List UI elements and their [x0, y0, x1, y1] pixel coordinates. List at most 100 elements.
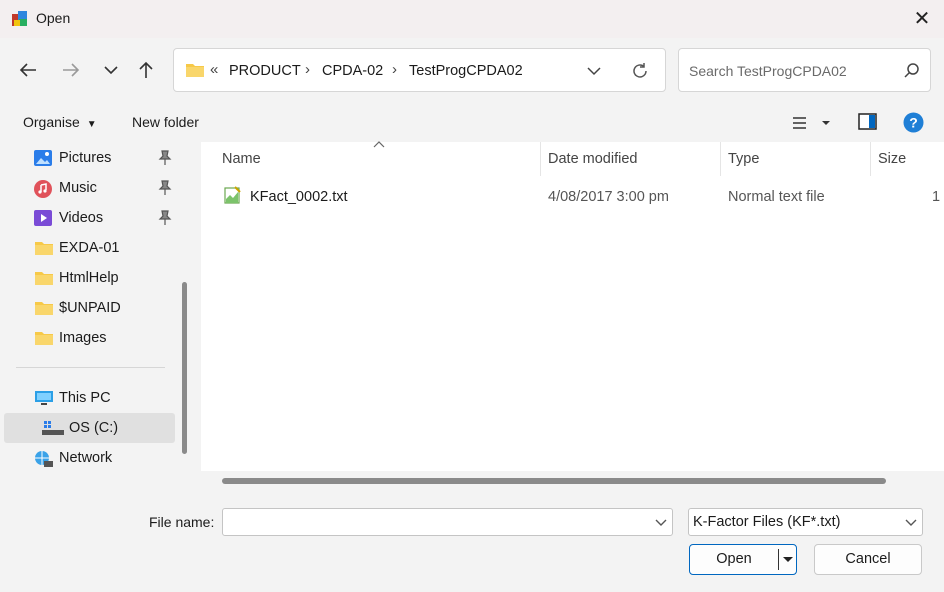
address-bar[interactable]: « PRODUCT › CPDA-02 › TestProgCPDA02 [173, 48, 666, 92]
preview-pane-icon [858, 113, 877, 130]
svg-text:?: ? [909, 115, 918, 131]
network-icon [34, 450, 53, 467]
help-button[interactable]: ? [903, 112, 924, 133]
open-dialog-icon [10, 9, 30, 29]
table-row[interactable]: KFact_0002.txt 4/08/2017 3:00 pm Normal … [201, 180, 944, 212]
search-box[interactable]: Search TestProgCPDA02 [678, 48, 931, 92]
sidebar-scrollbar[interactable] [182, 282, 187, 454]
split-divider [778, 549, 779, 570]
sort-ascending-icon [373, 140, 385, 148]
window-title: Open [36, 10, 71, 26]
sidebar-item-label: This PC [59, 390, 111, 406]
sidebar-item-network[interactable]: Network [4, 443, 175, 473]
address-history-button[interactable] [584, 61, 604, 81]
dialog-footer [0, 491, 944, 592]
sidebar-divider [16, 367, 165, 368]
close-button[interactable]: ✕ [908, 6, 936, 32]
open-options-button[interactable] [780, 545, 796, 574]
sidebar-item-unpaid[interactable]: $UNPAID [4, 293, 175, 323]
sidebar-item-label: EXDA-01 [59, 240, 120, 256]
videos-icon [34, 210, 52, 226]
file-size: 1 [932, 189, 941, 205]
sidebar-item-music[interactable]: Music [4, 173, 175, 203]
caret-down-icon: ▼ [86, 119, 97, 130]
folder-icon [34, 270, 53, 286]
sidebar-item-label: Images [59, 330, 107, 346]
file-type: Normal text file [728, 189, 825, 205]
column-divider[interactable] [540, 142, 541, 176]
breadcrumb-product[interactable]: PRODUCT [229, 63, 301, 79]
back-button[interactable] [13, 55, 43, 85]
change-view-button[interactable] [790, 113, 834, 133]
sidebar-item-label: OS (C:) [69, 420, 119, 436]
breadcrumb-separator: › [392, 61, 397, 78]
sidebar-item-label: Pictures [59, 150, 112, 166]
folder-icon [185, 62, 205, 78]
music-icon [34, 180, 52, 198]
open-button[interactable]: Open [689, 544, 797, 575]
up-button[interactable] [131, 55, 161, 85]
up-arrow-icon [139, 61, 153, 78]
file-list: Name Date modified Type Size KFact_0002.… [201, 140, 944, 491]
drive-icon [42, 420, 64, 436]
forward-arrow-icon [63, 63, 80, 77]
breadcrumb-overflow[interactable]: « [210, 61, 218, 78]
sidebar-item-label: Videos [59, 210, 104, 226]
recent-locations-button[interactable] [96, 55, 126, 85]
file-name-label: File name: [149, 514, 215, 530]
preview-pane-button[interactable] [858, 113, 878, 131]
folder-icon [34, 240, 53, 256]
refresh-button[interactable] [629, 60, 651, 82]
file-name-field[interactable] [222, 508, 673, 536]
sidebar-item-exda-01[interactable]: EXDA-01 [4, 233, 175, 263]
help-icon: ? [903, 112, 924, 133]
pictures-icon [34, 150, 52, 166]
title-bar [0, 0, 944, 38]
pin-icon[interactable] [158, 150, 172, 166]
cancel-button[interactable]: Cancel [814, 544, 922, 575]
new-folder-button[interactable]: New folder [132, 114, 199, 130]
text-file-icon [223, 185, 243, 205]
chevron-down-icon [587, 67, 601, 76]
sidebar-item-htmlhelp[interactable]: HtmlHelp [4, 263, 175, 293]
file-type-filter-value: K-Factor Files (KF*.txt) [693, 514, 841, 530]
file-name-dropdown[interactable] [654, 515, 668, 529]
sidebar-item-label: Music [59, 180, 97, 196]
search-placeholder: Search TestProgCPDA02 [689, 63, 847, 79]
back-arrow-icon [19, 63, 36, 77]
column-header-date[interactable]: Date modified [548, 151, 637, 167]
sidebar-item-label: HtmlHelp [59, 270, 119, 286]
column-divider[interactable] [720, 142, 721, 176]
filter-dropdown[interactable] [904, 515, 918, 529]
horizontal-scrollbar[interactable] [222, 478, 886, 484]
open-label: Open [716, 551, 752, 567]
caret-down-icon [783, 557, 793, 562]
sidebar-item-this-pc[interactable]: This PC [4, 383, 175, 413]
pin-icon[interactable] [158, 210, 172, 226]
column-header-size[interactable]: Size [878, 151, 906, 167]
pin-icon[interactable] [158, 180, 172, 196]
file-type-filter[interactable]: K-Factor Files (KF*.txt) [688, 508, 923, 536]
breadcrumb-testprogcpda02[interactable]: TestProgCPDA02 [409, 63, 523, 79]
sidebar-item-pictures[interactable]: Pictures [4, 143, 175, 173]
sidebar-item-videos[interactable]: Videos [4, 203, 175, 233]
refresh-icon [633, 63, 647, 78]
chevron-down-icon [905, 519, 917, 526]
sidebar-item-label: Network [59, 450, 113, 466]
computer-icon [34, 390, 53, 406]
column-header-type[interactable]: Type [728, 151, 759, 167]
forward-button[interactable] [56, 55, 86, 85]
organise-label: Organise [23, 114, 80, 130]
sidebar-item-os-drive[interactable]: OS (C:) [4, 413, 175, 443]
chevron-down-icon [655, 519, 667, 526]
file-name: KFact_0002.txt [250, 189, 348, 205]
sidebar-item-images[interactable]: Images [4, 323, 175, 353]
breadcrumb-cpda-02[interactable]: CPDA-02 [322, 63, 383, 79]
search-icon [903, 62, 921, 80]
column-divider[interactable] [870, 142, 871, 176]
folder-icon [34, 300, 53, 316]
organise-menu[interactable]: Organise ▼ [23, 114, 97, 130]
column-header-name[interactable]: Name [222, 151, 261, 167]
view-list-icon [793, 117, 830, 129]
close-icon: ✕ [913, 8, 931, 30]
